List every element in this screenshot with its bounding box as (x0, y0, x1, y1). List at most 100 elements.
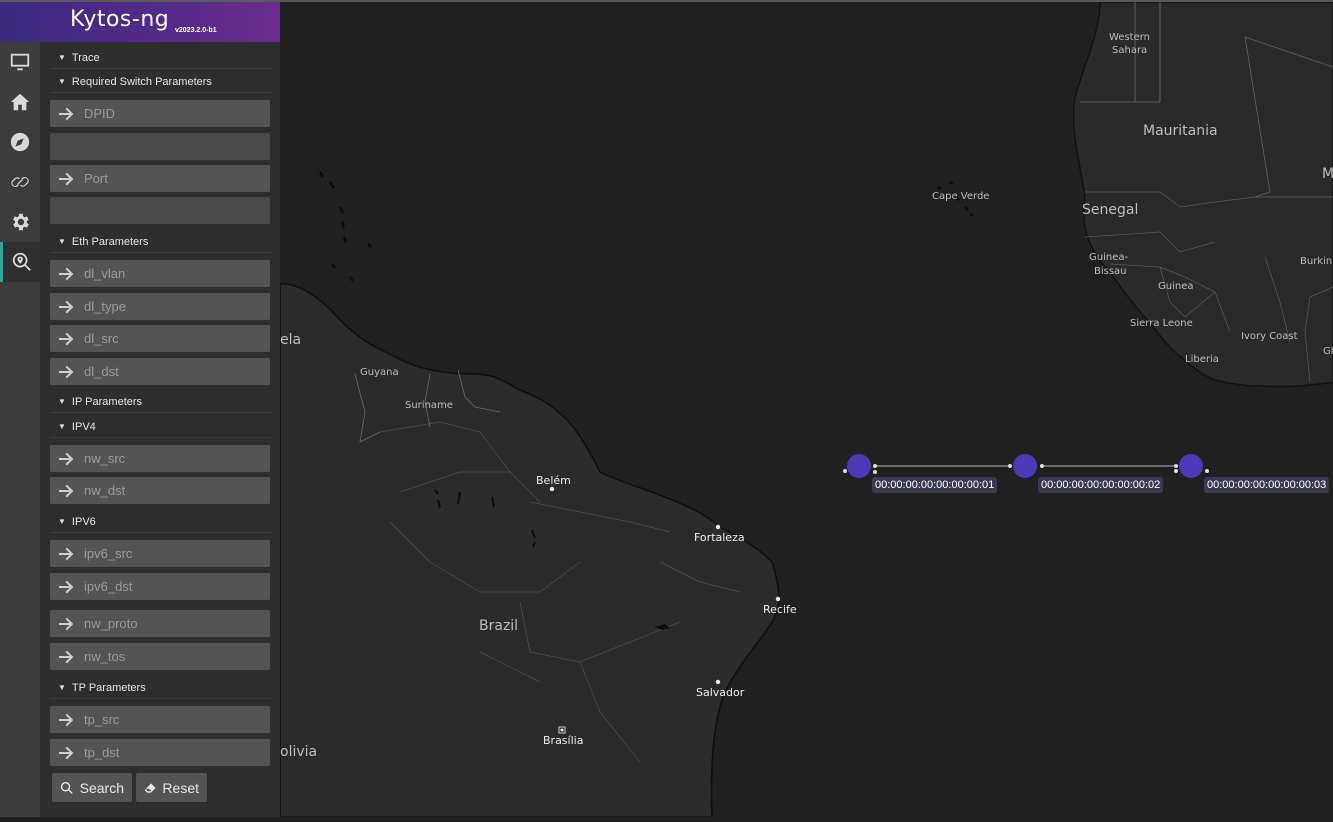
dpid-input[interactable] (84, 106, 244, 121)
map-label: Burkin (1300, 256, 1332, 267)
dl-src-field[interactable] (50, 325, 270, 352)
tp-src-input[interactable] (84, 712, 244, 727)
nw-src-field[interactable] (50, 445, 270, 472)
ipv6-src-field[interactable] (50, 540, 270, 567)
section-ipv4[interactable]: ▼ IPV4 (50, 416, 273, 438)
arrow-right-icon (59, 300, 74, 313)
eraser-icon (144, 782, 156, 793)
map-view[interactable]: Western Sahara Mauritania M Cape Verde S… (279, 1, 1333, 818)
city-dot-salvador (715, 679, 721, 685)
nw-dst-input[interactable] (84, 483, 244, 498)
section-ipv6[interactable]: ▼ IPV6 (50, 511, 273, 533)
map-label: Guinea (1158, 281, 1193, 292)
dl-type-input[interactable] (84, 299, 244, 314)
dl-src-input[interactable] (84, 331, 244, 346)
home-button[interactable] (0, 82, 40, 122)
dl-vlan-field[interactable] (50, 260, 270, 287)
switch-label-2[interactable]: 00:00:00:00:00:00:00:02 (1038, 477, 1164, 493)
arrow-right-icon (59, 484, 74, 497)
search-button-label: Search (79, 779, 124, 796)
home-icon (10, 93, 30, 111)
switch-label-1[interactable]: 00:00:00:00:00:00:00:01 (872, 477, 998, 493)
map-label: Recife (763, 603, 797, 616)
city-dot-belem (549, 486, 555, 492)
map-label: Sierra Leone (1130, 318, 1193, 329)
caret-down-icon: ▼ (58, 683, 66, 692)
map-label: Guinea- (1089, 252, 1128, 263)
nw-src-input[interactable] (84, 451, 244, 466)
section-label: IPV6 (71, 515, 96, 528)
section-required[interactable]: ▼ Required Switch Parameters (50, 71, 273, 93)
map-label: Sahara (1112, 45, 1147, 56)
reset-button[interactable]: Reset (136, 773, 207, 802)
nw-dst-field[interactable] (50, 477, 270, 504)
dl-dst-field[interactable] (50, 358, 270, 385)
dpid-select[interactable] (50, 133, 270, 160)
map-label: Brazil (479, 618, 518, 634)
section-eth[interactable]: ▼ Eth Parameters (50, 231, 273, 253)
port-select[interactable] (50, 197, 270, 224)
trace-button[interactable] (0, 242, 40, 282)
section-label: Trace (71, 51, 100, 64)
app-logo: Kytos-ng v2023.2.0-b1 (0, 2, 280, 42)
map-label: Western (1109, 32, 1150, 43)
arrow-right-icon (59, 746, 74, 759)
port-field[interactable] (50, 165, 270, 192)
section-trace[interactable]: ▼ Trace (50, 47, 273, 69)
ipv6-src-input[interactable] (84, 546, 244, 561)
nw-tos-field[interactable] (50, 643, 270, 670)
nw-proto-input[interactable] (84, 616, 244, 631)
section-label: Eth Parameters (71, 235, 149, 248)
map-label: Cape Verde (932, 191, 989, 202)
caret-down-icon: ▼ (58, 77, 66, 86)
map-label: M (1322, 166, 1333, 182)
map-label: Senegal (1082, 202, 1138, 218)
ipv6-dst-input[interactable] (84, 579, 244, 594)
dl-dst-input[interactable] (84, 364, 244, 379)
search-location-icon (12, 252, 31, 271)
switch-label-3[interactable]: 00:00:00:00:00:00:00:03 (1204, 477, 1330, 493)
arrow-right-icon (59, 650, 74, 663)
tp-src-field[interactable] (50, 706, 270, 733)
tp-dst-field[interactable] (50, 739, 270, 766)
caret-down-icon: ▼ (58, 517, 66, 526)
map-label: Salvador (696, 686, 745, 699)
dpid-field[interactable] (50, 100, 270, 127)
section-tp[interactable]: ▼ TP Parameters (50, 677, 273, 699)
caret-down-icon: ▼ (58, 397, 66, 406)
map-canvas[interactable]: Western Sahara Mauritania M Cape Verde S… (279, 1, 1333, 818)
section-label: IPV4 (71, 420, 96, 433)
city-dot-fortaleza (715, 524, 721, 530)
caret-down-icon: ▼ (58, 422, 66, 431)
arrow-right-icon (59, 547, 74, 560)
compass-icon (10, 132, 30, 152)
nw-proto-field[interactable] (50, 610, 270, 637)
monitor-icon (10, 53, 30, 71)
map-label: Liberia (1185, 354, 1219, 365)
link-button[interactable] (0, 162, 40, 202)
map-label: Bissau (1094, 266, 1127, 277)
nw-tos-input[interactable] (84, 649, 244, 664)
map-label: olivia (280, 744, 317, 760)
arrow-right-icon (59, 172, 74, 185)
map-label: Ivory Coast (1241, 331, 1298, 342)
ipv6-dst-field[interactable] (50, 573, 270, 600)
dl-type-field[interactable] (50, 293, 270, 320)
switch-node-2[interactable] (1013, 454, 1037, 478)
arrow-right-icon (59, 713, 74, 726)
map-label: Brasília (543, 734, 583, 747)
tp-dst-input[interactable] (84, 745, 244, 760)
caret-down-icon: ▼ (58, 53, 66, 62)
settings-button[interactable] (0, 202, 40, 242)
section-ip[interactable]: ▼ IP Parameters (50, 391, 273, 413)
compass-button[interactable] (0, 122, 40, 162)
monitor-button[interactable] (0, 42, 40, 82)
switch-node-3[interactable] (1179, 454, 1203, 478)
section-label: IP Parameters (71, 395, 143, 408)
switch-node-1[interactable] (847, 454, 871, 478)
arrow-right-icon (59, 365, 74, 378)
port-input[interactable] (84, 171, 244, 186)
search-button[interactable]: Search (52, 773, 132, 802)
dl-vlan-input[interactable] (84, 266, 244, 281)
map-label: Mauritania (1143, 123, 1218, 139)
